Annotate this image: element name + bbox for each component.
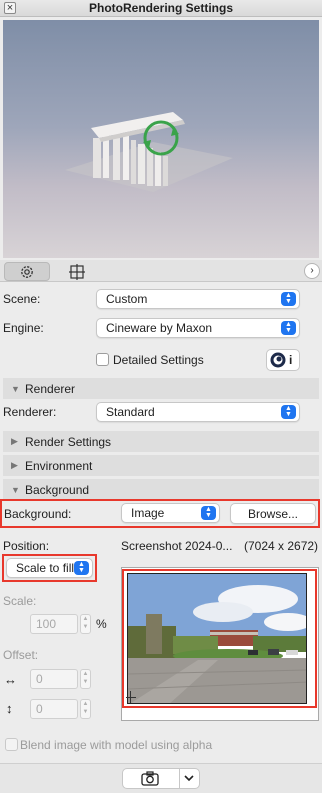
- blend-alpha-checkbox: [5, 738, 18, 751]
- section-renderer[interactable]: ▼ Renderer: [3, 378, 319, 399]
- background-label: Background:: [4, 507, 72, 521]
- offset-y-value: 0: [36, 702, 43, 716]
- crop-frame-icon: [69, 263, 85, 280]
- close-button[interactable]: ×: [4, 2, 16, 14]
- chevron-updown-icon: ▲ ▼: [281, 321, 296, 335]
- engine-dropdown[interactable]: Cineware by Maxon ▲ ▼: [96, 318, 300, 338]
- chevron-updown-icon: ▲ ▼: [74, 561, 89, 575]
- scale-stepper: ▲ ▼: [80, 614, 91, 634]
- gear-icon: [21, 265, 33, 278]
- scene-dropdown[interactable]: Custom ▲ ▼: [96, 289, 300, 309]
- engine-value: Cineware by Maxon: [106, 321, 213, 335]
- image-dimensions: (7024 x 2672): [244, 539, 319, 553]
- window-title: PhotoRendering Settings: [89, 1, 233, 15]
- render-button-divider: [179, 769, 180, 788]
- section-environment-label: Environment: [25, 458, 93, 473]
- scale-label: Scale:: [3, 594, 37, 608]
- chevron-updown-icon: ▲ ▼: [281, 405, 296, 419]
- detailed-settings-checkbox[interactable]: [96, 353, 109, 366]
- disclosure-right-icon: ▶: [11, 460, 18, 470]
- vertical-arrows-icon: ↕: [6, 701, 13, 716]
- position-value: Scale to fill: [16, 561, 75, 575]
- cineware-info-button[interactable]: i: [266, 349, 300, 371]
- crosshair-h-line: [126, 697, 136, 698]
- position-dropdown[interactable]: Scale to fill ▲ ▼: [6, 558, 93, 578]
- expand-panel-button[interactable]: ›: [304, 263, 320, 279]
- offset-x-field: 0: [30, 669, 78, 689]
- disclosure-down-icon: ▼: [11, 383, 20, 394]
- background-value: Image: [131, 506, 165, 520]
- scene-label: Scene:: [3, 292, 41, 306]
- scale-field: 100: [30, 614, 78, 634]
- image-filename: Screenshot 2024-0...: [121, 539, 233, 553]
- disclosure-down-icon: ▼: [11, 484, 20, 495]
- renderer-dropdown[interactable]: Standard ▲ ▼: [96, 402, 300, 422]
- window-titlebar: PhotoRendering Settings: [0, 0, 322, 17]
- offset-x-stepper: ▲ ▼: [80, 669, 91, 689]
- close-icon: ×: [6, 2, 14, 14]
- section-background[interactable]: ▼ Background: [3, 479, 319, 500]
- scene-value: Custom: [106, 292, 148, 306]
- offset-x-value: 0: [36, 672, 43, 686]
- tab-settings[interactable]: [4, 262, 50, 281]
- detailed-settings-label: Detailed Settings: [113, 353, 204, 367]
- scale-unit: %: [96, 617, 107, 631]
- offset-y-field: 0: [30, 699, 78, 719]
- disclosure-right-icon: ▶: [11, 436, 18, 446]
- renderer-value: Standard: [106, 405, 155, 419]
- section-background-label: Background: [25, 482, 90, 497]
- engine-label: Engine:: [3, 321, 44, 335]
- section-render-settings-label: Render Settings: [25, 434, 112, 449]
- background-dropdown[interactable]: Image ▲ ▼: [121, 503, 220, 523]
- background-image-thumbnail[interactable]: [127, 573, 307, 704]
- section-render-settings[interactable]: ▶ Render Settings: [3, 431, 319, 452]
- chevron-right-icon: ›: [310, 265, 314, 276]
- render-button-group[interactable]: [122, 768, 200, 789]
- offset-y-stepper: ▲ ▼: [80, 699, 91, 719]
- preview-scene-image: [65, 112, 233, 192]
- cineware-logo-icon: [270, 352, 286, 368]
- section-environment[interactable]: ▶ Environment: [3, 455, 319, 476]
- tab-viewport[interactable]: [54, 262, 100, 281]
- scale-value: 100: [36, 617, 57, 631]
- chevron-down-icon[interactable]: [184, 775, 194, 782]
- position-label: Position:: [3, 539, 50, 553]
- parking-lot-photo: [128, 574, 306, 703]
- browse-button[interactable]: Browse...: [230, 503, 316, 524]
- chevron-updown-icon: ▲ ▼: [281, 292, 296, 306]
- chevron-updown-icon: ▲ ▼: [201, 506, 216, 520]
- renderer-label: Renderer:: [3, 405, 57, 419]
- offset-label: Offset:: [3, 648, 39, 662]
- section-renderer-label: Renderer: [25, 381, 76, 396]
- horizontal-arrows-icon: ↔: [4, 672, 17, 687]
- blend-alpha-label: Blend image with model using alpha: [20, 738, 213, 752]
- camera-icon: [141, 771, 159, 786]
- info-icon: i: [289, 353, 293, 367]
- browse-button-label: Browse...: [247, 506, 298, 521]
- render-preview: [3, 20, 319, 258]
